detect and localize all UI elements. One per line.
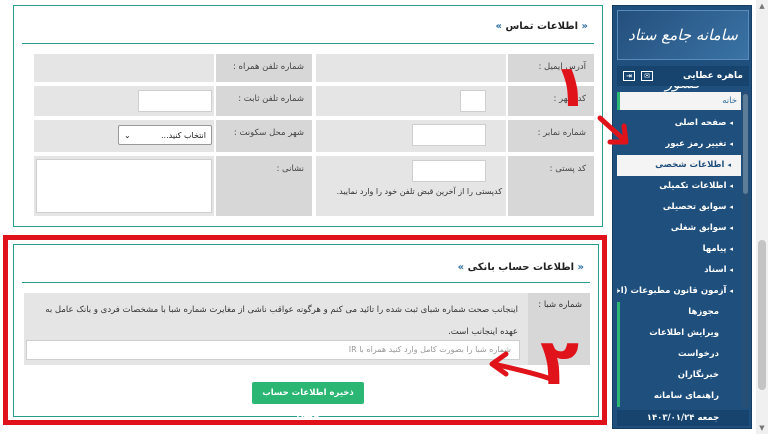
annotation-arrows: [489, 115, 629, 381]
